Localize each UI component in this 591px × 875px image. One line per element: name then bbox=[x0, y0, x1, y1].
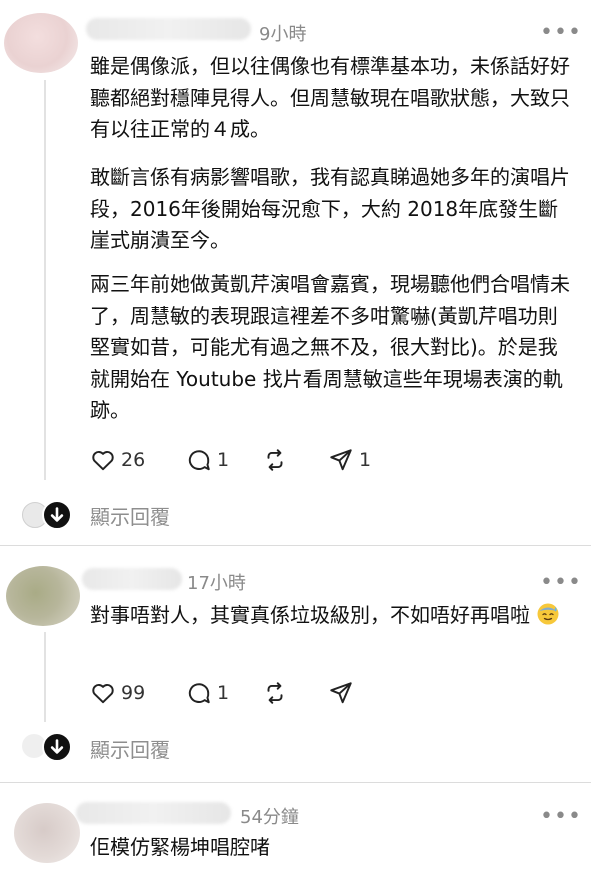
comment-text: 雖是偶像派，但以往偶像也有標準基本功，未係話好好聽都絕對穩陣見得人。但周慧敏現在… bbox=[90, 54, 570, 141]
more-options-icon[interactable]: ••• bbox=[540, 572, 582, 594]
reply-avatars[interactable] bbox=[22, 500, 72, 530]
comment-count: 1 bbox=[217, 449, 230, 471]
repost-icon bbox=[267, 449, 283, 471]
repost-button[interactable] bbox=[262, 678, 288, 708]
timestamp: 17小時 bbox=[187, 573, 246, 594]
comment-text: 佢模仿緊楊坤唱腔啫 bbox=[90, 835, 270, 859]
show-replies-link[interactable]: 顯示回覆 bbox=[90, 501, 170, 530]
like-count: 26 bbox=[121, 449, 146, 471]
heart-icon bbox=[92, 451, 114, 471]
like-button[interactable]: 99 bbox=[90, 678, 145, 708]
send-icon bbox=[330, 449, 352, 471]
sweat-smile-emoji-icon bbox=[537, 603, 559, 625]
action-bar: 99 1 bbox=[90, 678, 390, 708]
timestamp: 54分鐘 bbox=[240, 807, 299, 828]
comment-icon bbox=[188, 683, 210, 704]
repost-button[interactable] bbox=[262, 445, 288, 475]
heart-icon bbox=[92, 684, 114, 704]
comment-text: 兩三年前她做黃凱芹演唱會嘉賓，現場聽他們合唱情未了，周慧敏的表現跟這裡差不多咁驚… bbox=[90, 272, 570, 422]
action-bar: 26 1 1 bbox=[90, 445, 390, 475]
comment-button[interactable]: 1 bbox=[186, 445, 229, 475]
comment-button[interactable]: 1 bbox=[186, 678, 229, 708]
share-count: 1 bbox=[359, 449, 372, 471]
comment-count: 1 bbox=[217, 682, 230, 704]
like-button[interactable]: 26 bbox=[90, 445, 145, 475]
comment-text: 敢斷言係有病影響唱歌，我有認真睇過她多年的演唱片段，2016年後開始每況愈下，大… bbox=[90, 165, 570, 252]
username[interactable] bbox=[86, 18, 251, 40]
more-options-icon[interactable]: ••• bbox=[540, 806, 582, 828]
comment-post: 9小時 ••• 雖是偶像派，但以往偶像也有標準基本功，未係話好好聽都絕對穩陣見得… bbox=[0, 0, 591, 545]
share-button[interactable]: 1 bbox=[328, 445, 371, 475]
show-replies-link[interactable]: 顯示回覆 bbox=[90, 734, 170, 763]
repost-icon bbox=[267, 682, 283, 704]
comment-text-content: 對事唔對人，其實真係垃圾級別，不如唔好再唱啦 bbox=[90, 603, 530, 627]
avatar[interactable] bbox=[4, 13, 78, 73]
more-options-icon[interactable]: ••• bbox=[540, 22, 582, 44]
like-count: 99 bbox=[121, 682, 146, 704]
avatar[interactable] bbox=[14, 803, 80, 863]
thread-line bbox=[44, 632, 46, 722]
reply-avatars[interactable] bbox=[22, 732, 72, 762]
comment-icon bbox=[188, 450, 210, 471]
username[interactable] bbox=[82, 568, 182, 590]
chevron-down-icon bbox=[42, 732, 72, 762]
comment-text: 對事唔對人，其實真係垃圾級別，不如唔好再唱啦 bbox=[90, 600, 576, 632]
comment-post: 17小時 ••• 對事唔對人，其實真係垃圾級別，不如唔好再唱啦 99 1 顯示回… bbox=[0, 546, 591, 782]
share-button[interactable] bbox=[328, 678, 354, 708]
send-icon bbox=[330, 682, 352, 704]
comment-post: 54分鐘 ••• 佢模仿緊楊坤唱腔啫 bbox=[0, 783, 591, 875]
avatar[interactable] bbox=[6, 566, 80, 626]
thread-line bbox=[44, 80, 46, 480]
timestamp: 9小時 bbox=[259, 24, 307, 45]
username[interactable] bbox=[76, 802, 231, 824]
chevron-down-icon bbox=[42, 500, 72, 530]
